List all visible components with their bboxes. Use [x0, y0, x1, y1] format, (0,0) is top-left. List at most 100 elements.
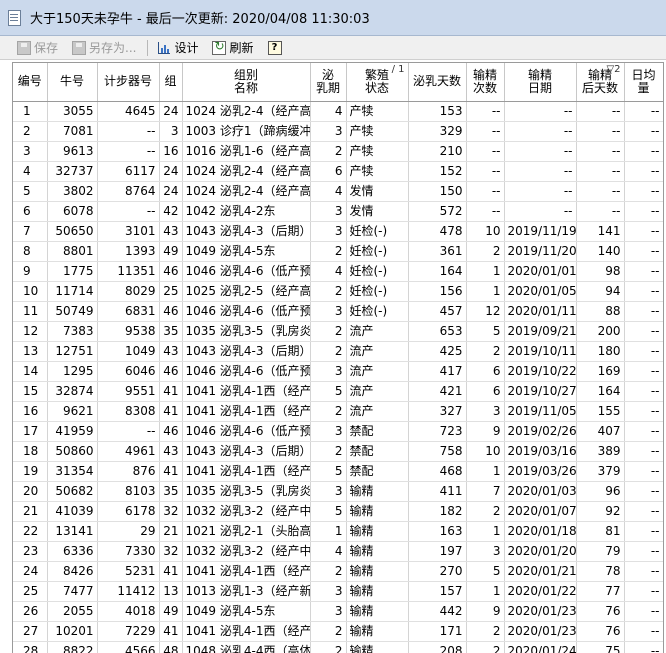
cell-pedometer: 4018 — [97, 601, 160, 622]
header-col-cow-id[interactable]: 牛号 — [47, 63, 98, 102]
cell-group-name: 1049 泌乳4-5东 — [182, 241, 311, 262]
cell-milk-days: 468 — [408, 461, 467, 482]
table-row[interactable]: 20 50682 8103 35 1035 泌乳3-5（乳房炎缓 3 输精 411 7 2020/… — [13, 481, 663, 502]
cell-insem-count: 5 — [466, 561, 505, 582]
cell-lactation: 3 — [310, 121, 347, 142]
header-col-group[interactable]: 组 — [159, 63, 183, 102]
table-row[interactable]: 27 10201 7229 41 1041 泌乳4-1西（经产中 2 输精 171 2 2020/… — [13, 621, 663, 642]
cell-milk-days: 163 — [408, 521, 467, 542]
header-col-insem-count[interactable]: 输精 次数 — [466, 63, 505, 102]
cell-id: 19 — [13, 461, 48, 482]
table-row[interactable]: 8 8801 1393 49 1049 泌乳4-5东 2 妊检(-) 361 2 2019/11/… — [13, 241, 663, 262]
table-row[interactable]: 13 12751 1049 43 1043 泌乳4-3（后期） 2 流产 425 2 2019/1… — [13, 341, 663, 362]
table-row[interactable]: 9 1775 11351 46 1046 泌乳4-6（低产预满 4 妊检(-) 164 1 202… — [13, 261, 663, 282]
table-row[interactable]: 19 31354 876 41 1041 泌乳4-1西（经产中 5 禁配 468 1 2019/0… — [13, 461, 663, 482]
table-row[interactable]: 6 6078 -- 42 1042 泌乳4-2东 3 发情 572 -- -- -- -- — [13, 201, 663, 222]
table-row[interactable]: 21 41039 6178 32 1032 泌乳3-2（经产中期 5 输精 182 2 2020/… — [13, 501, 663, 522]
refresh-button[interactable]: 刷新 — [209, 38, 256, 58]
cell-milk-days: 153 — [408, 101, 467, 122]
cell-lactation: 3 — [310, 301, 347, 322]
cell-milk-days: 327 — [408, 401, 467, 422]
cell-milk-days: 197 — [408, 541, 467, 562]
cell-insem-count: 2 — [466, 341, 505, 362]
cell-insem-count: 10 — [466, 441, 505, 462]
header-label-line2: 日期 — [527, 80, 552, 95]
cell-pedometer: 4566 — [97, 641, 160, 653]
header-col-repro-status[interactable]: 繁殖 状态/ 1 — [346, 63, 409, 102]
table-row[interactable]: 24 8426 5231 41 1041 泌乳4-1西（经产中 2 输精 270 5 2020/0… — [13, 561, 663, 582]
table-row[interactable]: 26 2055 4018 49 1049 泌乳4-5东 3 输精 442 9 2020/01/23… — [13, 601, 663, 622]
table-row[interactable]: 14 1295 6046 46 1046 泌乳4-6（低产预满 3 流产 417 6 2019/1… — [13, 361, 663, 382]
cell-cow-id: 50860 — [47, 441, 98, 462]
table-row[interactable]: 15 32874 9551 41 1041 泌乳4-1西（经产中 5 流产 421 6 2019/… — [13, 381, 663, 402]
table-row[interactable]: 25 7477 11412 13 1013 泌乳1-3（经产新产 3 输精 157 1 2020/… — [13, 581, 663, 602]
cell-days-since-insem: -- — [576, 201, 625, 222]
table-row[interactable]: 7 50650 3101 43 1043 泌乳4-3（后期） 3 妊检(-) 478 10 201… — [13, 221, 663, 242]
cell-cow-id: 1295 — [47, 361, 98, 382]
cell-group: 42 — [159, 201, 183, 222]
cell-daily-avg: -- — [624, 501, 663, 522]
table-row[interactable]: 10 11714 8029 25 1025 泌乳2-5（经产高产 2 妊检(-) 156 1 20… — [13, 281, 663, 302]
cell-group: 41 — [159, 561, 183, 582]
table-row[interactable]: 17 41959 -- 46 1046 泌乳4-6（低产预满 3 禁配 723 9 2019/02… — [13, 421, 663, 442]
cell-group-name: 1043 泌乳4-3（后期） — [182, 341, 311, 362]
table-row[interactable]: 4 32737 6117 24 1024 泌乳2-4（经产高产 6 产犊 152 -- -- -- -… — [13, 161, 663, 182]
header-col-lactation[interactable]: 泌乳期 — [310, 63, 347, 102]
cell-group-name: 1043 泌乳4-3（后期） — [182, 221, 311, 242]
save-as-button[interactable]: 另存为... — [69, 38, 139, 58]
cell-daily-avg: -- — [624, 141, 663, 162]
table-row[interactable]: 16 9621 8308 41 1041 泌乳4-1西（经产中 2 流产 327 3 2019/1… — [13, 401, 663, 422]
cell-insem-date: 2020/01/22 — [504, 581, 577, 602]
header-col-id[interactable]: 编号 — [13, 63, 48, 102]
cell-lactation: 2 — [310, 621, 347, 642]
cell-insem-count: 9 — [466, 421, 505, 442]
cell-group-name: 1043 泌乳4-3（后期） — [182, 441, 311, 462]
cell-insem-date: 2019/10/11 — [504, 341, 577, 362]
header-col-milk-days[interactable]: 泌乳天数 — [408, 63, 467, 102]
table-row[interactable]: 5 3802 8764 24 1024 泌乳2-4（经产高产 4 发情 150 -- -- -- -- — [13, 181, 663, 202]
table-row[interactable]: 12 7383 9538 35 1035 泌乳3-5（乳房炎缓 2 流产 653 5 2019/0… — [13, 321, 663, 342]
cell-milk-days: 164 — [408, 261, 467, 282]
table-row[interactable]: 28 8822 4566 48 1048 泌乳4-4西（高体生 2 输精 208 2 2020/0… — [13, 641, 663, 653]
cell-insem-count: -- — [466, 121, 505, 142]
help-button[interactable]: ? — [265, 38, 288, 58]
cell-insem-date: -- — [504, 161, 577, 182]
cell-insem-count: -- — [466, 141, 505, 162]
header-col-group-name[interactable]: 组别 名称 — [182, 63, 311, 102]
table-row[interactable]: 1 3055 4645 24 1024 泌乳2-4（经产高产 4 产犊 153 -- -- -- -- — [13, 101, 663, 122]
cell-insem-count: 10 — [466, 221, 505, 242]
cell-pedometer: 6178 — [97, 501, 160, 522]
table-row[interactable]: 11 50749 6831 46 1046 泌乳4-6（低产预满 3 妊检(-) 457 12 2… — [13, 301, 663, 322]
cell-milk-days: 270 — [408, 561, 467, 582]
design-button[interactable]: 设计 — [154, 38, 201, 58]
table-row[interactable]: 23 6336 7330 32 1032 泌乳3-2（经产中期 4 输精 197 3 2020/0… — [13, 541, 663, 562]
cell-insem-count: 5 — [466, 321, 505, 342]
cell-cow-id: 13141 — [47, 521, 98, 542]
cell-insem-count: 6 — [466, 361, 505, 382]
cell-daily-avg: -- — [624, 601, 663, 622]
cell-milk-days: 150 — [408, 181, 467, 202]
cell-group-name: 1024 泌乳2-4（经产高产 — [182, 161, 311, 182]
cell-pedometer: -- — [97, 421, 160, 442]
cell-insem-date: 2020/01/24 — [504, 641, 577, 653]
table-row[interactable]: 2 7081 -- 3 1003 诊疗1（蹄病缓冲区 3 产犊 329 -- -- -- -- — [13, 121, 663, 142]
cell-id: 26 — [13, 601, 48, 622]
header-col-daily-avg[interactable]: 日均量 — [624, 63, 663, 102]
cell-days-since-insem: 389 — [576, 441, 625, 462]
cell-insem-date: 2019/02/26 — [504, 421, 577, 442]
cell-group: 43 — [159, 221, 183, 242]
cell-daily-avg: -- — [624, 241, 663, 262]
table-row[interactable]: 18 50860 4961 43 1043 泌乳4-3（后期） 2 禁配 758 10 2019/… — [13, 441, 663, 462]
cell-insem-count: -- — [466, 181, 505, 202]
cell-milk-days: 182 — [408, 501, 467, 522]
chart-design-icon — [157, 41, 171, 55]
header-col-insem-date[interactable]: 输精 日期 — [504, 63, 577, 102]
header-col-days-since-insem[interactable]: 输精 后天数 ▽2 — [576, 63, 625, 102]
save-button[interactable]: 保存 — [14, 38, 61, 58]
cell-group: 32 — [159, 501, 183, 522]
header-col-pedometer[interactable]: 计步器号 — [97, 63, 160, 102]
data-grid[interactable]: 编号 牛号 计步器号组组别 名称泌乳期 繁殖 状态/ 1 泌乳天数 输精 次数 输精 日期 输精 后天数… — [12, 62, 664, 653]
window-titlebar[interactable]: 大于150天未孕牛 - 最后一次更新: 2020/04/08 11:30:03 — [0, 0, 666, 36]
table-row[interactable]: 22 13141 29 21 1021 泌乳2-1（头胎高产 1 输精 163 1 2020/01… — [13, 521, 663, 542]
table-row[interactable]: 3 9613 -- 16 1016 泌乳1-6（经产高产 2 产犊 210 -- -- -- -- — [13, 141, 663, 162]
